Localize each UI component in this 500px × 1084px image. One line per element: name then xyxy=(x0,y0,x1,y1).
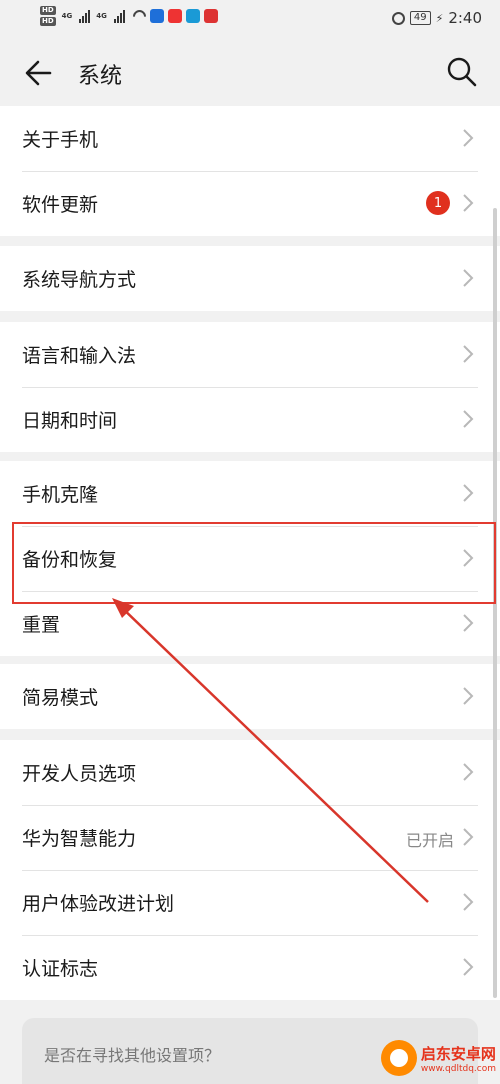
signal-icon xyxy=(79,9,91,23)
settings-item-label: 关于手机 xyxy=(22,129,99,151)
status-left: HD HD 4G 4G xyxy=(40,6,218,26)
wifi-icon xyxy=(130,6,149,26)
watermark: 启东安卓网 www.qdltdq.com xyxy=(380,1040,496,1076)
search-icon xyxy=(447,57,477,87)
settings-group: 开发人员选项 华为智慧能力 已开启 用户体验改进计划 认证标志 xyxy=(0,740,500,1000)
suggestion-text: 是否在寻找其他设置项？ xyxy=(44,1046,221,1065)
settings-item-label: 日期和时间 xyxy=(22,410,118,432)
status-right: 49 ⚡ 2:40 xyxy=(391,9,482,27)
chevron-right-icon xyxy=(463,269,474,287)
chevron-right-icon xyxy=(463,763,474,781)
chevron-right-icon xyxy=(463,893,474,911)
settings-item-huawei-ai[interactable]: 华为智慧能力 已开启 xyxy=(0,805,500,870)
search-button[interactable] xyxy=(446,56,478,88)
settings-group: 简易模式 xyxy=(0,664,500,729)
settings-item-label: 简易模式 xyxy=(22,687,99,709)
chevron-right-icon xyxy=(463,129,474,147)
chevron-right-icon xyxy=(463,958,474,976)
settings-item-ux-improvement[interactable]: 用户体验改进计划 xyxy=(0,870,500,935)
network-type-2: 4G xyxy=(96,12,107,20)
chevron-right-icon xyxy=(463,828,474,846)
chevron-right-icon xyxy=(463,614,474,632)
settings-group: 系统导航方式 xyxy=(0,246,500,311)
app-icon xyxy=(149,9,164,23)
settings-item-label: 开发人员选项 xyxy=(22,763,137,785)
charging-icon: ⚡ xyxy=(435,11,444,25)
settings-group: 语言和输入法 日期和时间 xyxy=(0,322,500,452)
settings-item-about-phone[interactable]: 关于手机 xyxy=(0,106,500,171)
back-arrow-icon xyxy=(25,60,52,86)
alarm-icon xyxy=(391,11,405,25)
chevron-right-icon xyxy=(463,345,474,363)
settings-item-software-update[interactable]: 软件更新 1 xyxy=(0,171,500,236)
clock: 2:40 xyxy=(448,9,482,27)
back-button[interactable] xyxy=(22,56,56,90)
settings-item-navigation[interactable]: 系统导航方式 xyxy=(0,246,500,311)
status-bar: HD HD 4G 4G 49 ⚡ 2:40 xyxy=(0,0,500,38)
page-title: 系统 xyxy=(78,64,123,89)
chevron-right-icon xyxy=(463,194,474,212)
settings-item-label: 语言和输入法 xyxy=(22,345,137,367)
hd-icon: HD HD xyxy=(40,6,56,26)
watermark-url: www.qdltdq.com xyxy=(420,1063,496,1074)
settings-item-label: 重置 xyxy=(22,614,61,636)
settings-item-language-input[interactable]: 语言和输入法 xyxy=(0,322,500,387)
chevron-right-icon xyxy=(463,687,474,705)
settings-group: 关于手机 软件更新 1 xyxy=(0,106,500,236)
watermark-logo-icon xyxy=(380,1040,417,1076)
app-icon-2 xyxy=(203,9,218,23)
settings-item-simple-mode[interactable]: 简易模式 xyxy=(0,664,500,729)
settings-item-label: 华为智慧能力 xyxy=(22,828,137,850)
notification-badge: 1 xyxy=(426,191,450,215)
settings-item-label: 软件更新 xyxy=(22,194,99,216)
settings-item-certification[interactable]: 认证标志 xyxy=(0,935,500,1000)
chevron-right-icon xyxy=(463,410,474,428)
navigation-icon xyxy=(185,9,200,23)
network-type: 4G xyxy=(61,12,73,20)
settings-item-label: 手机克隆 xyxy=(22,484,99,506)
settings-item-phone-clone[interactable]: 手机克隆 xyxy=(0,461,500,526)
header: 系统 xyxy=(0,38,500,106)
watermark-name: 启东安卓网 xyxy=(420,1044,496,1063)
map-pin-icon xyxy=(167,9,182,23)
chevron-right-icon xyxy=(463,484,474,502)
signal-icon-2 xyxy=(113,9,125,23)
settings-item-label: 用户体验改进计划 xyxy=(22,893,175,915)
settings-item-date-time[interactable]: 日期和时间 xyxy=(0,387,500,452)
settings-item-value: 已开启 xyxy=(405,831,454,850)
settings-item-developer-options[interactable]: 开发人员选项 xyxy=(0,740,500,805)
settings-item-label: 系统导航方式 xyxy=(22,269,137,291)
highlight-box xyxy=(12,522,496,604)
settings-item-label: 认证标志 xyxy=(22,958,99,980)
battery-icon: 49 xyxy=(409,11,431,25)
